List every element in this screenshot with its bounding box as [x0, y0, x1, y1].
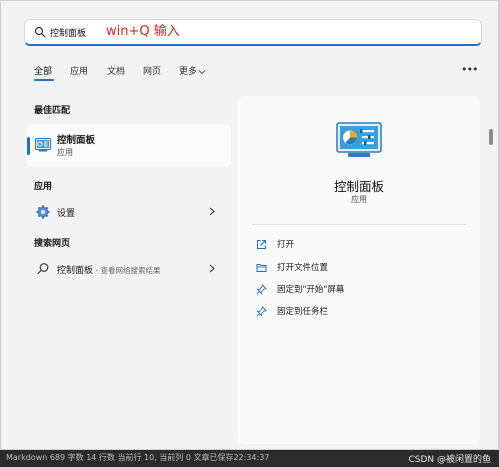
search-icon — [37, 263, 49, 275]
scrollbar[interactable] — [489, 129, 493, 145]
more-options-icon[interactable]: ••• — [461, 63, 478, 76]
web-result-label: 控制面板 — [57, 266, 94, 276]
divider — [252, 224, 466, 225]
action-pin-to-taskbar-label: 固定到任务栏 — [277, 307, 329, 317]
best-match-item[interactable]: 控制面板 应用 — [27, 125, 231, 167]
web-heading: 搜索网页 — [34, 239, 71, 249]
folder-icon — [256, 264, 267, 272]
tab-more[interactable]: 更多 — [179, 64, 206, 77]
pin-icon — [256, 306, 267, 317]
pin-icon — [256, 284, 267, 295]
tab-documents[interactable]: 文档 — [107, 64, 125, 77]
search-icon — [34, 26, 46, 38]
selection-accent — [27, 137, 30, 155]
action-open-file-location-label: 打开文件位置 — [277, 263, 329, 273]
detail-panel: 控制面板 应用 打开 打开文件位置 固定到"开始"屏幕 固定到任务栏 — [238, 96, 480, 444]
app-result-settings[interactable]: 设置 — [27, 201, 231, 223]
editor-status-bar: Markdown 689 字数 14 行数 当前行 10, 当前列 0 文章已保… — [0, 450, 499, 467]
best-match-heading: 最佳匹配 — [34, 106, 71, 116]
annotation-text: win+Q 输入 — [106, 24, 180, 39]
watermark: CSDN @被闲置的鱼 — [408, 455, 491, 465]
control-panel-icon — [336, 122, 382, 157]
search-panel: win+Q 输入 全部 应用 文档 网页 更多 ••• 最佳匹配 控制面板 应用… — [0, 0, 499, 450]
control-panel-icon — [35, 138, 51, 152]
gear-icon — [36, 205, 50, 219]
status-text: Markdown 689 字数 14 行数 当前行 10, 当前列 0 文章已保… — [6, 453, 270, 462]
best-match-type: 应用 — [57, 148, 73, 157]
action-open-label: 打开 — [277, 240, 295, 250]
detail-title: 控制面板 — [333, 179, 384, 194]
web-result[interactable]: 控制面板 - 查看网络搜索结果 — [27, 258, 231, 280]
tab-apps[interactable]: 应用 — [70, 64, 88, 77]
apps-heading: 应用 — [34, 182, 53, 192]
search-input[interactable] — [50, 24, 110, 40]
search-box[interactable] — [24, 19, 482, 46]
action-pin-to-start-label: 固定到"开始"屏幕 — [277, 285, 345, 295]
detail-type: 应用 — [351, 195, 367, 204]
app-result-label: 设置 — [57, 209, 76, 219]
web-result-text: 控制面板 - 查看网络搜索结果 — [57, 263, 161, 276]
chevron-down-icon — [198, 69, 206, 74]
best-match-name: 控制面板 — [57, 135, 96, 146]
tab-web[interactable]: 网页 — [143, 64, 161, 77]
chevron-right-icon — [209, 207, 215, 216]
active-tab-indicator — [34, 79, 54, 81]
chevron-right-icon — [209, 264, 215, 273]
web-result-sub: - 查看网络搜索结果 — [93, 266, 161, 275]
open-icon — [257, 240, 266, 249]
tab-all[interactable]: 全部 — [34, 64, 52, 77]
tab-more-label: 更多 — [179, 67, 198, 77]
